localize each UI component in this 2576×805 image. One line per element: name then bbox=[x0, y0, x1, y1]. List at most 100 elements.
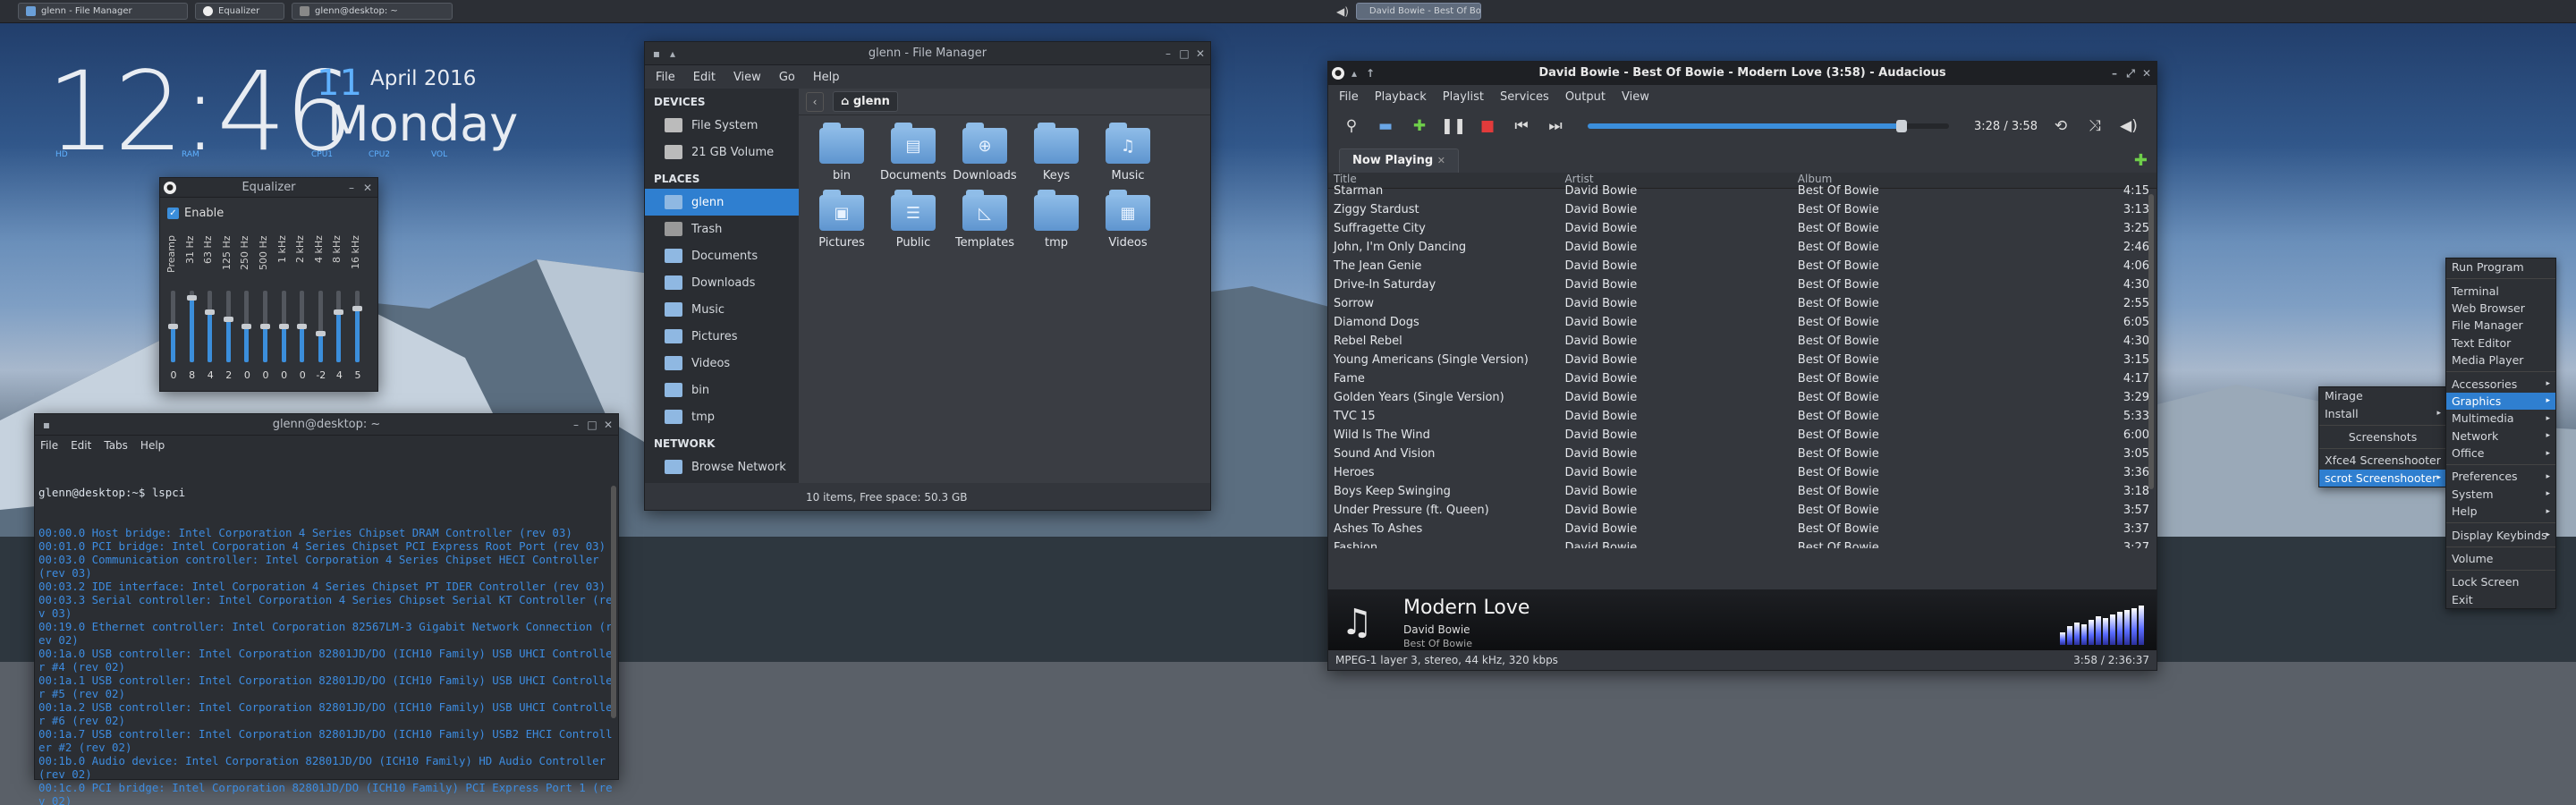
repeat-icon[interactable]: ⟲ bbox=[2050, 115, 2072, 137]
menu-go[interactable]: Go bbox=[779, 71, 795, 84]
stop-icon[interactable]: ■ bbox=[1477, 115, 1498, 137]
menu-view[interactable]: View bbox=[1622, 90, 1649, 104]
terminal-titlebar[interactable]: ▪ glenn@desktop: ~ – □ ✕ bbox=[35, 414, 618, 436]
menu-item-help[interactable]: Help ▸ bbox=[2446, 503, 2555, 520]
tab-now-playing[interactable]: Now Playing ✕ bbox=[1339, 148, 1459, 173]
minimize-icon[interactable]: – bbox=[1162, 47, 1174, 60]
sidebar-item-browse-network[interactable]: Browse Network bbox=[645, 453, 799, 480]
search-icon[interactable]: ⚲ bbox=[1341, 115, 1362, 137]
next-icon[interactable]: ⏭ bbox=[1545, 115, 1566, 137]
close-icon[interactable]: ✕ bbox=[602, 419, 614, 431]
previous-icon[interactable]: ⏮ bbox=[1511, 115, 1532, 137]
sidebar-item-bin[interactable]: bin bbox=[645, 377, 799, 403]
menu-item-lock-screen[interactable]: Lock Screen bbox=[2446, 573, 2555, 590]
playlist-row[interactable]: John, I'm Only Dancing David Bowie Best Of… bbox=[1328, 238, 2157, 257]
minimize-icon[interactable]: – bbox=[570, 419, 582, 431]
menu-item-preferences[interactable]: Preferences ▸ bbox=[2446, 468, 2555, 485]
menu-file[interactable]: File bbox=[40, 439, 58, 452]
playlist-row[interactable]: Rebel Rebel David Bowie Best Of Bowie 4:30 bbox=[1328, 332, 2157, 351]
terminal-scrollbar[interactable] bbox=[611, 486, 616, 718]
terminal-output[interactable]: glenn@desktop:~$ lspci 00:00.0 Host brid… bbox=[35, 455, 618, 805]
file-item[interactable]: ▦ Videos bbox=[1092, 190, 1164, 250]
eq-band-handle[interactable] bbox=[223, 317, 233, 322]
menu-item-exit[interactable]: Exit bbox=[2446, 591, 2555, 608]
enable-checkbox[interactable]: ✓ bbox=[167, 208, 179, 219]
pause-icon[interactable]: ❚❚ bbox=[1441, 115, 1467, 137]
eq-band-handle[interactable] bbox=[205, 309, 216, 315]
menu-item-media-player[interactable]: Media Player bbox=[2446, 352, 2555, 369]
menu-tabs[interactable]: Tabs bbox=[104, 439, 128, 452]
volume-icon[interactable]: ◀) bbox=[2118, 115, 2140, 137]
file-item[interactable]: ⊕ Downloads bbox=[949, 123, 1021, 182]
equalizer-titlebar[interactable]: ● Equalizer – ✕ bbox=[160, 178, 377, 198]
seek-slider[interactable] bbox=[1588, 120, 1949, 132]
file-item[interactable]: ◺ Templates bbox=[949, 190, 1021, 250]
eq-band-slider[interactable] bbox=[168, 291, 178, 362]
eq-band-slider[interactable] bbox=[205, 291, 216, 362]
playlist-row[interactable]: TVC 15 David Bowie Best Of Bowie 5:33 bbox=[1328, 407, 2157, 426]
window-menu-icon[interactable]: ▪ bbox=[650, 47, 663, 60]
playlist-row[interactable]: Drive-In Saturday David Bowie Best Of Bowi… bbox=[1328, 275, 2157, 294]
sidebar-item-music[interactable]: Music bbox=[645, 296, 799, 323]
seek-handle[interactable] bbox=[1896, 120, 1908, 132]
filemanager-titlebar[interactable]: ▪ ▴ glenn - File Manager – □ ✕ bbox=[645, 42, 1210, 65]
playlist-row[interactable]: Suffragette City David Bowie Best Of Bowie… bbox=[1328, 219, 2157, 238]
sidebar-item-downloads[interactable]: Downloads bbox=[645, 269, 799, 296]
menu-item-scrot-screenshooter[interactable]: scrot Screenshooter ▸ bbox=[2319, 469, 2446, 487]
playlist-row[interactable]: Young Americans (Single Version) David Bo… bbox=[1328, 351, 2157, 369]
sidebar-item-trash[interactable]: Trash bbox=[645, 216, 799, 242]
minimize-icon[interactable]: – bbox=[345, 182, 358, 194]
menu-item-volume[interactable]: Volume bbox=[2446, 550, 2555, 567]
playlist-row[interactable]: Diamond Dogs David Bowie Best Of Bowie 6:05 bbox=[1328, 313, 2157, 332]
playlist-row[interactable]: Ashes To Ashes David Bowie Best Of Bowie 3:… bbox=[1328, 520, 2157, 538]
menu-services[interactable]: Services bbox=[1500, 90, 1549, 104]
menu-item-text-editor[interactable]: Text Editor bbox=[2446, 335, 2555, 352]
file-item[interactable]: ☰ Public bbox=[877, 190, 949, 250]
maximize-icon[interactable]: ⤢ bbox=[2124, 67, 2137, 80]
open-folder-icon[interactable]: ▬ bbox=[1375, 115, 1396, 137]
eq-band-handle[interactable] bbox=[297, 324, 308, 329]
close-icon[interactable]: ✕ bbox=[1194, 47, 1207, 60]
eq-band-slider[interactable] bbox=[242, 291, 252, 362]
menu-help[interactable]: Help bbox=[140, 439, 165, 452]
menu-item-display-keybinds[interactable]: Display Keybinds ▸ bbox=[2446, 526, 2555, 543]
eq-band-handle[interactable] bbox=[315, 331, 326, 336]
menu-playback[interactable]: Playback bbox=[1375, 90, 1427, 104]
minimize-icon[interactable]: – bbox=[2108, 67, 2121, 80]
playlist-scrollbar[interactable] bbox=[2148, 194, 2154, 489]
menu-item-terminal[interactable]: Terminal bbox=[2446, 282, 2555, 299]
menu-item-office[interactable]: Office ▸ bbox=[2446, 445, 2555, 462]
menu-item-run-program[interactable]: Run Program bbox=[2446, 258, 2555, 275]
sidebar-item-volume[interactable]: 21 GB Volume bbox=[645, 139, 799, 165]
close-tab-icon[interactable]: ✕ bbox=[1437, 155, 1445, 166]
add-icon[interactable]: ✚ bbox=[1409, 115, 1430, 137]
eq-band-handle[interactable] bbox=[168, 324, 178, 329]
file-item[interactable]: tmp bbox=[1021, 190, 1092, 250]
menu-file[interactable]: File bbox=[656, 71, 675, 84]
eq-band-handle[interactable] bbox=[242, 324, 252, 329]
menu-edit[interactable]: Edit bbox=[71, 439, 91, 452]
maximize-icon[interactable]: □ bbox=[586, 419, 598, 431]
menu-help[interactable]: Help bbox=[813, 71, 840, 84]
eq-band-slider[interactable] bbox=[278, 291, 289, 362]
menu-item-install[interactable]: Install ▸ bbox=[2319, 404, 2446, 421]
eq-band-handle[interactable] bbox=[260, 324, 270, 329]
menu-file[interactable]: File bbox=[1339, 90, 1359, 104]
eq-band-handle[interactable] bbox=[352, 306, 362, 311]
playlist-row[interactable]: Golden Years (Single Version) David Bowie… bbox=[1328, 388, 2157, 407]
menu-item-network[interactable]: Network ▸ bbox=[2446, 428, 2555, 445]
menu-item-xfce4-screenshooter[interactable]: Xfce4 Screenshooter bbox=[2319, 452, 2446, 469]
eq-band-handle[interactable] bbox=[186, 295, 197, 301]
sidebar-item-pictures[interactable]: Pictures bbox=[645, 323, 799, 350]
playlist-row[interactable]: Wild Is The Wind David Bowie Best Of Bowie… bbox=[1328, 426, 2157, 445]
taskbar-task-equalizer[interactable]: Equalizer bbox=[195, 3, 284, 20]
taskbar-task-filemanager[interactable]: glenn - File Manager bbox=[18, 3, 188, 20]
shuffle-icon[interactable]: ⤨ bbox=[2084, 115, 2106, 137]
eq-band-slider[interactable] bbox=[260, 291, 270, 362]
playlist-row[interactable]: Ziggy Stardust David Bowie Best Of Bowie 3:… bbox=[1328, 200, 2157, 219]
playlist-row[interactable]: Boys Keep Swinging David Bowie Best Of Bow… bbox=[1328, 482, 2157, 501]
close-icon[interactable]: ✕ bbox=[2140, 67, 2153, 80]
menu-item-graphics[interactable]: Graphics ▸ bbox=[2446, 392, 2555, 411]
menu-item-system[interactable]: System ▸ bbox=[2446, 486, 2555, 503]
playlist-row[interactable]: Heroes David Bowie Best Of Bowie 3:36 bbox=[1328, 463, 2157, 482]
